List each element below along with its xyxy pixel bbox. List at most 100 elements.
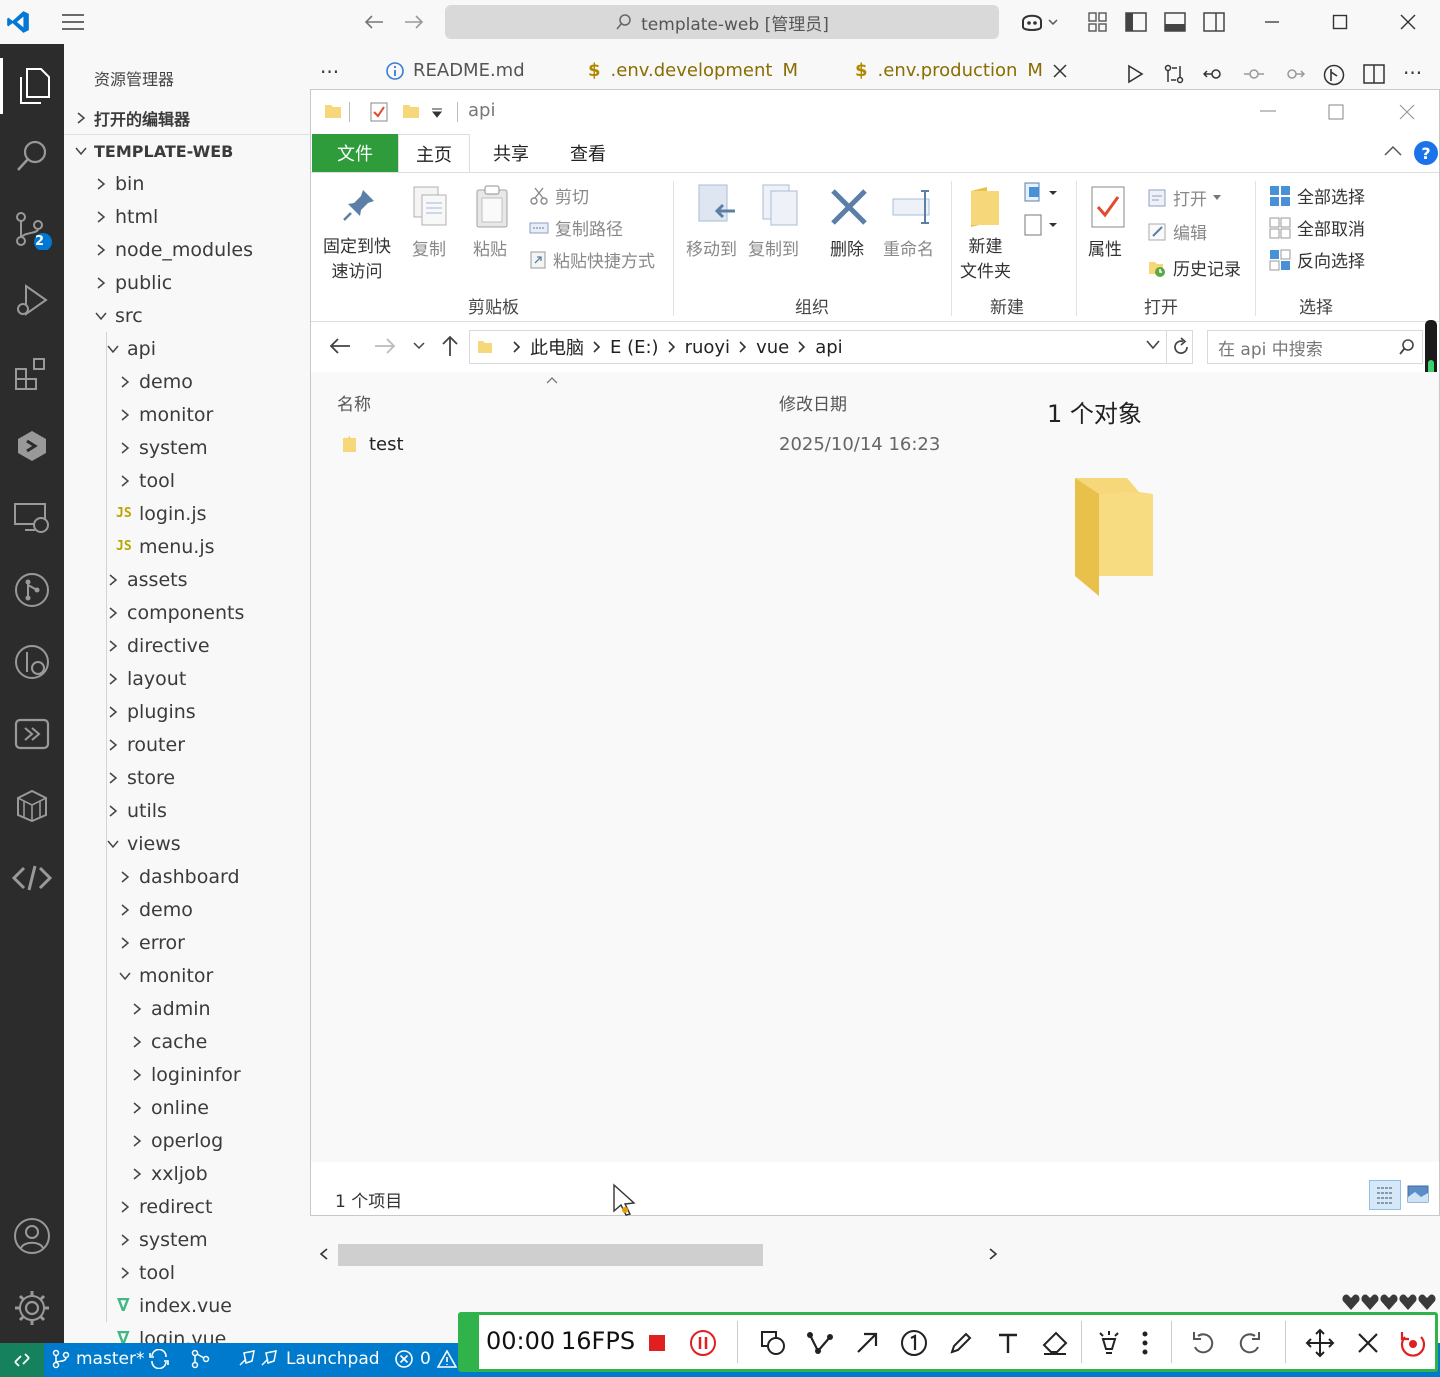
history-button[interactable]: 历史记录 [1147,255,1241,280]
paste-button[interactable]: 粘贴 [473,235,507,260]
search-view-icon[interactable] [0,128,64,184]
tree-item[interactable]: components [64,596,310,629]
paste-shortcut-button[interactable]: 粘贴快捷方式 [529,247,655,272]
tabs-more-button[interactable]: ··· [320,60,339,84]
tab-readme[interactable]: README.md [385,60,525,81]
eraser-icon[interactable] [1039,1327,1071,1359]
tree-item[interactable]: xxljob [64,1157,310,1190]
rename-button[interactable]: 重命名 [883,235,934,260]
commit-icon[interactable] [1243,64,1265,84]
ribbon-tab-home[interactable]: 主页 [398,134,470,172]
tree-item[interactable]: directive [64,629,310,662]
copilot-icon[interactable] [1016,8,1064,36]
select-all-button[interactable]: 全部选择 [1269,183,1365,208]
tree-item[interactable]: ∇ index.vue [64,1289,310,1322]
maximize-icon[interactable] [1328,104,1344,120]
minimize-icon[interactable] [1258,10,1286,34]
tree-item[interactable]: operlog [64,1124,310,1157]
pin-quick-access-button[interactable]: 固定到快 速访问 [323,235,391,285]
stop-icon[interactable] [641,1327,673,1359]
maximize-icon[interactable] [1326,10,1354,34]
tree-item[interactable]: router [64,728,310,761]
open-editors-section[interactable]: 打开的编辑器 [64,101,310,134]
copy-path-button[interactable]: 复制路径 [529,215,623,240]
ribbon-tab-share[interactable]: 共享 [475,134,547,172]
terminal-box-icon[interactable] [0,706,64,762]
recent-locations-icon[interactable] [413,342,425,350]
column-name[interactable]: 名称 [337,390,371,415]
breadcrumb-item[interactable]: 此电脑 [530,334,584,360]
tree-item[interactable]: layout [64,662,310,695]
settings-gear-icon[interactable] [0,1280,64,1336]
tree-item[interactable]: assets [64,563,310,596]
horizontal-scrollbar-thumb[interactable] [338,1244,763,1266]
sync-icon[interactable] [148,1349,170,1369]
tree-item[interactable]: admin [64,992,310,1025]
forward-arrow-icon[interactable] [374,336,396,356]
back-arrow-icon[interactable] [360,10,388,34]
tree-item[interactable]: logininfor [64,1058,310,1091]
git-graph-icon[interactable] [0,562,64,618]
close-tab-icon[interactable] [1053,63,1067,78]
scroll-right-icon[interactable] [988,1248,998,1260]
extensions-icon[interactable] [0,346,64,402]
tree-item[interactable]: cache [64,1025,310,1058]
git-graph-icon[interactable] [1323,64,1345,86]
chevron-down-icon[interactable] [1146,340,1160,350]
tree-item[interactable]: system [64,1223,310,1256]
tree-item[interactable]: tool [64,464,310,497]
forward-arrow-icon[interactable] [400,10,428,34]
back-arrow-icon[interactable] [329,336,351,356]
select-none-button[interactable]: 全部取消 [1269,215,1365,240]
menu-icon[interactable] [58,10,88,34]
pause-icon[interactable] [687,1327,719,1359]
new-item-icon[interactable] [1023,181,1059,205]
tree-item[interactable]: views [64,827,310,860]
ribbon-tab-file[interactable]: 文件 [312,134,398,172]
breadcrumb-item[interactable]: api [815,337,842,358]
tree-item[interactable]: dashboard [64,860,310,893]
spotlight-icon[interactable] [1093,1327,1125,1359]
redo-icon[interactable] [1234,1327,1266,1359]
column-modified[interactable]: 修改日期 [779,390,847,415]
breadcrumb-separator-icon[interactable] [513,341,521,353]
tree-item[interactable]: public [64,266,310,299]
undo-icon[interactable] [1187,1327,1219,1359]
close-recorder-icon[interactable] [1352,1327,1384,1359]
tree-item[interactable]: redirect [64,1190,310,1223]
tab-env-development[interactable]: $ .env.development M [588,60,798,81]
properties-quick-icon[interactable] [369,101,389,123]
tree-item[interactable]: plugins [64,695,310,728]
extension-cube-icon[interactable] [0,418,64,474]
file-row[interactable]: test 2025/10/14 16:23 [335,428,995,462]
scroll-left-icon[interactable] [319,1248,329,1260]
git-graph-status-icon[interactable] [190,1349,212,1369]
pen-icon[interactable] [945,1327,977,1359]
close-icon[interactable] [1394,10,1422,34]
tree-item[interactable]: system [64,431,310,464]
number-marker-icon[interactable] [898,1327,930,1359]
breadcrumb-item[interactable]: vue [756,337,789,358]
more-actions-icon[interactable]: ··· [1403,63,1422,86]
restart-recording-icon[interactable] [1397,1327,1429,1359]
collapse-ribbon-icon[interactable] [1384,145,1402,157]
code-tags-icon[interactable] [0,850,64,906]
tree-item[interactable]: JS login.js [64,497,310,530]
address-bar[interactable]: 此电脑 E (E:) ruoyi vue api [469,330,1193,364]
refresh-icon[interactable] [1172,337,1190,357]
delete-button[interactable]: 删除 [830,235,864,260]
tree-item[interactable]: bin [64,167,310,200]
details-view-icon[interactable] [1369,1180,1401,1210]
tree-item[interactable]: online [64,1091,310,1124]
shapes-icon[interactable] [757,1327,789,1359]
launchpad-button[interactable]: Launchpad [236,1349,380,1369]
toggle-panel-icon[interactable] [1163,10,1187,34]
tab-env-production[interactable]: $ .env.production M [855,60,1067,81]
tree-item[interactable]: demo [64,365,310,398]
tree-item[interactable]: html [64,200,310,233]
remote-indicator[interactable] [0,1343,44,1377]
tree-item[interactable]: api [64,332,310,365]
tree-item[interactable]: monitor [64,959,310,992]
more-vertical-icon[interactable] [1129,1327,1161,1359]
git-forward-icon[interactable] [1283,64,1305,84]
